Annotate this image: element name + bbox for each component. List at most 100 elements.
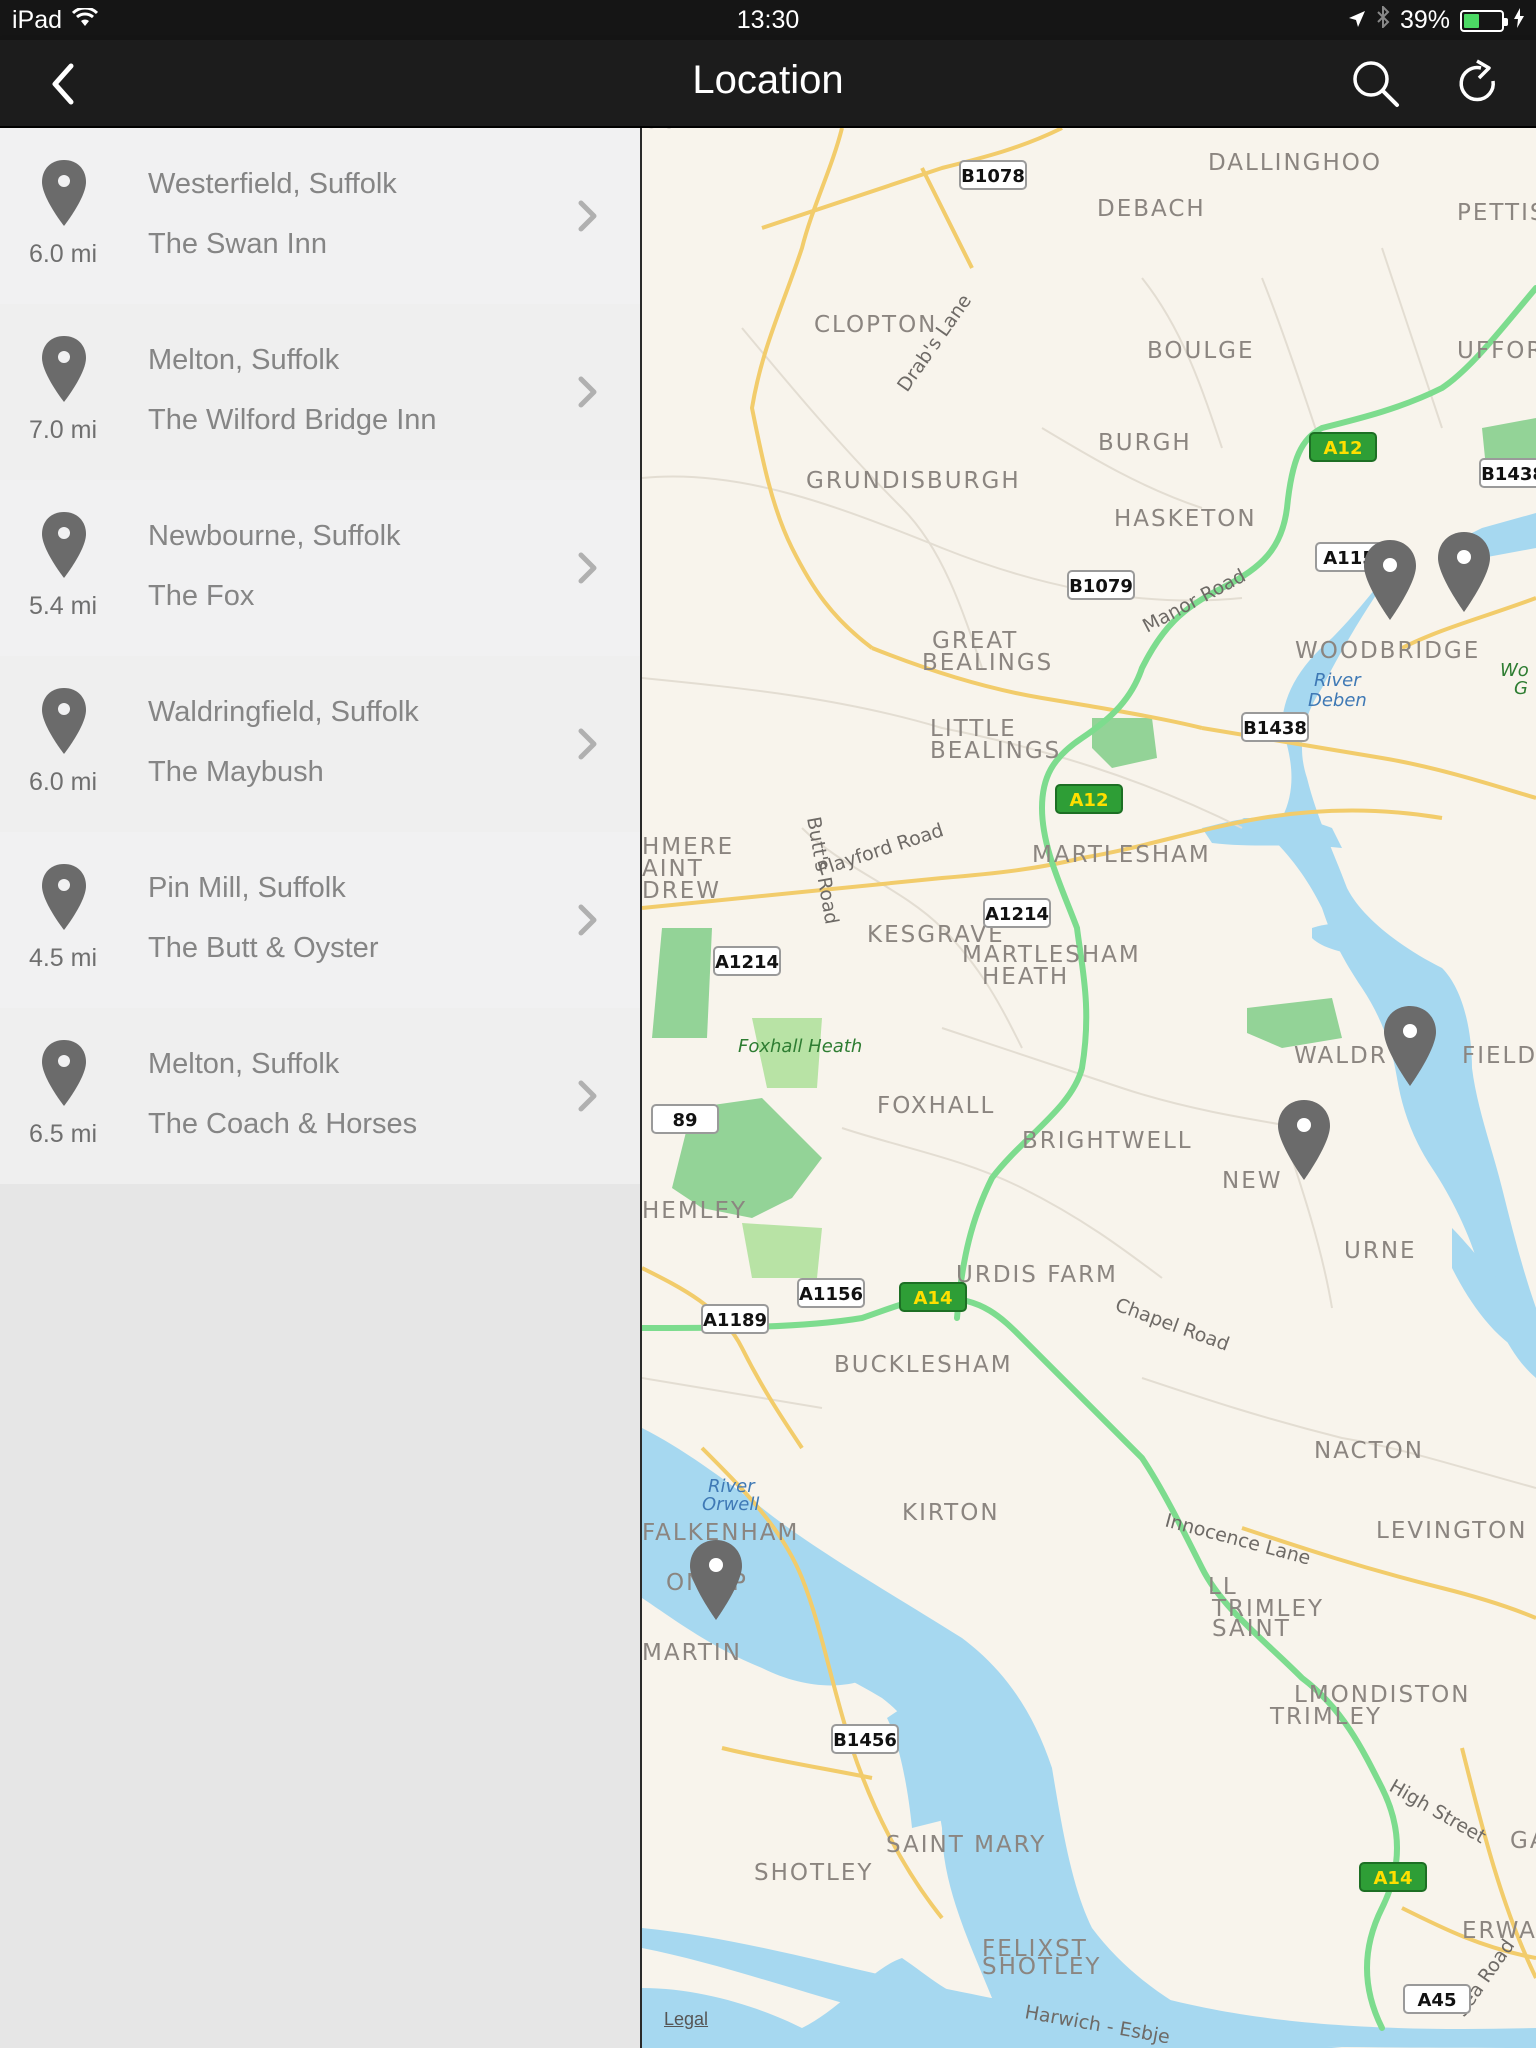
shield-label: A1214 xyxy=(715,952,779,973)
town-label: SAINT xyxy=(1212,1616,1291,1642)
venue-name: The Maybush xyxy=(148,756,324,788)
town-label: HASKETON xyxy=(1114,506,1257,532)
location-row[interactable]: 6.0 mi Westerfield, Suffolk The Swan Inn xyxy=(0,128,640,304)
road-label: Playford Road xyxy=(815,819,947,880)
park-label: G xyxy=(1514,678,1528,699)
town-label: GRUNDISBURGH xyxy=(806,468,1021,494)
map-pin-icon[interactable] xyxy=(1438,532,1490,612)
venue-name: The Swan Inn xyxy=(148,228,327,260)
location-pin-icon xyxy=(40,510,88,580)
location-pin-icon xyxy=(40,862,88,932)
motorway-shield: A14 xyxy=(1359,1862,1427,1892)
distance-label: 4.5 mi xyxy=(28,944,98,972)
battery-icon xyxy=(1460,9,1508,32)
place-name: Newbourne, Suffolk xyxy=(148,520,401,552)
shield-label: A1214 xyxy=(985,904,1049,925)
search-button[interactable] xyxy=(1346,54,1406,114)
shield-label: A45 xyxy=(1418,1990,1457,2011)
map-view[interactable]: DALLINGHOODEBACH PETTIS CLOPTON BOULGE UFFOR… xyxy=(642,128,1536,2048)
refresh-icon xyxy=(1459,59,1495,102)
location-row[interactable]: 6.5 mi Melton, Suffolk The Coach & Horses xyxy=(0,1008,640,1184)
road-shield: B1078 xyxy=(959,160,1027,190)
chevron-right-icon xyxy=(576,1078,600,1114)
shield-label: B1438 xyxy=(1243,718,1307,739)
town-label: FIELD xyxy=(1462,1043,1536,1069)
road-shield: 89 xyxy=(651,1104,719,1134)
chevron-right-icon xyxy=(576,902,600,938)
location-row[interactable]: 7.0 mi Melton, Suffolk The Wilford Bridge … xyxy=(0,304,640,480)
road-shield: B1079 xyxy=(1067,570,1135,600)
location-pin-icon xyxy=(40,686,88,756)
map-pin-icon[interactable] xyxy=(1364,540,1416,620)
shield-label: A1189 xyxy=(703,1310,767,1331)
distance-label: 5.4 mi xyxy=(28,592,98,620)
town-label: WOODBRIDGE xyxy=(1295,638,1480,664)
town-label: MARTIN xyxy=(642,1640,742,1666)
road-shield: A1214 xyxy=(983,898,1051,928)
shield-label: A14 xyxy=(1374,1868,1413,1889)
town-label: HEATH xyxy=(982,964,1069,990)
location-arrow-icon xyxy=(1348,6,1366,35)
location-pin-icon xyxy=(40,1038,88,1108)
legal-link[interactable]: Legal xyxy=(664,2009,708,2030)
chevron-right-icon xyxy=(576,374,600,410)
road-shield: B1438 xyxy=(1241,712,1309,742)
road-shield: A1214 xyxy=(713,946,781,976)
location-row[interactable]: 4.5 mi Pin Mill, Suffolk The Butt & Oyster xyxy=(0,832,640,1008)
town-label: DEBACH xyxy=(1097,196,1206,222)
motorway-shield: A12 xyxy=(1055,784,1123,814)
map-pin-icon[interactable] xyxy=(1278,1100,1330,1180)
road-shield: B1456 xyxy=(831,1724,899,1754)
road-shield: A45 xyxy=(1403,1984,1471,2014)
town-label: HEMLEY xyxy=(642,1198,747,1224)
road-label: High Street xyxy=(1386,1775,1490,1848)
status-bar: iPad 13:30 39% xyxy=(0,0,1536,40)
shield-label: B1438 xyxy=(1481,464,1536,485)
town-label: NEW xyxy=(1222,1168,1282,1194)
distance-label: 6.0 mi xyxy=(28,240,98,268)
place-name: Melton, Suffolk xyxy=(148,344,340,376)
town-label: LEVINGTON xyxy=(1376,1518,1527,1544)
town-label: BURGH xyxy=(1098,430,1192,456)
shield-label: A1156 xyxy=(799,1284,863,1305)
water-label: River xyxy=(1314,670,1362,691)
location-row[interactable]: 6.0 mi Waldringfield, Suffolk The Maybush xyxy=(0,656,640,832)
town-label: BOULGE xyxy=(1147,338,1254,364)
road-label: Manor Road xyxy=(1139,565,1249,638)
battery-percent: 39% xyxy=(1399,6,1450,34)
town-label: DALLINGHOO xyxy=(1208,150,1382,176)
place-name: Westerfield, Suffolk xyxy=(148,168,397,200)
town-label: SHOTLEY xyxy=(982,1954,1101,1980)
shield-label: A12 xyxy=(1070,790,1109,811)
chevron-right-icon xyxy=(576,550,600,586)
navigation-bar: Location xyxy=(0,40,1536,128)
shield-label: B1078 xyxy=(961,166,1025,187)
shield-label: A14 xyxy=(914,1288,953,1309)
venue-name: The Wilford Bridge Inn xyxy=(148,404,437,436)
venue-name: The Butt & Oyster xyxy=(148,932,379,964)
town-label: GATE xyxy=(1510,1828,1536,1854)
location-row[interactable]: 5.4 mi Newbourne, Suffolk The Fox xyxy=(0,480,640,656)
battery-level xyxy=(1464,13,1479,28)
location-list: 6.0 mi Westerfield, Suffolk The Swan Inn 7.… xyxy=(0,128,640,2048)
road-label: Chapel Road xyxy=(1112,1294,1232,1356)
town-label: SAINT MARY xyxy=(886,1832,1046,1858)
distance-label: 7.0 mi xyxy=(28,416,98,444)
town-label: MARTLESHAM xyxy=(1032,842,1211,868)
venue-name: The Fox xyxy=(148,580,255,612)
town-label: URNE xyxy=(1344,1238,1417,1264)
town-label: SHOTLEY xyxy=(754,1860,873,1886)
water-label: Orwell xyxy=(702,1494,759,1515)
town-label: BRIGHTWELL xyxy=(1022,1128,1193,1154)
location-pin-icon xyxy=(40,334,88,404)
town-label: WALDR xyxy=(1294,1043,1388,1069)
motorway-shield: A14 xyxy=(899,1282,967,1312)
map-canvas[interactable]: DALLINGHOODEBACH PETTIS CLOPTON BOULGE UFFOR… xyxy=(642,128,1536,2048)
bluetooth-icon xyxy=(1376,4,1390,35)
refresh-button[interactable] xyxy=(1448,54,1508,114)
town-label: PETTIS xyxy=(1457,200,1536,226)
distance-label: 6.5 mi xyxy=(28,1120,98,1148)
town-label: FOXHALL xyxy=(877,1093,995,1119)
town-label: TRIMLEY xyxy=(1269,1704,1382,1730)
distance-label: 6.0 mi xyxy=(28,768,98,796)
